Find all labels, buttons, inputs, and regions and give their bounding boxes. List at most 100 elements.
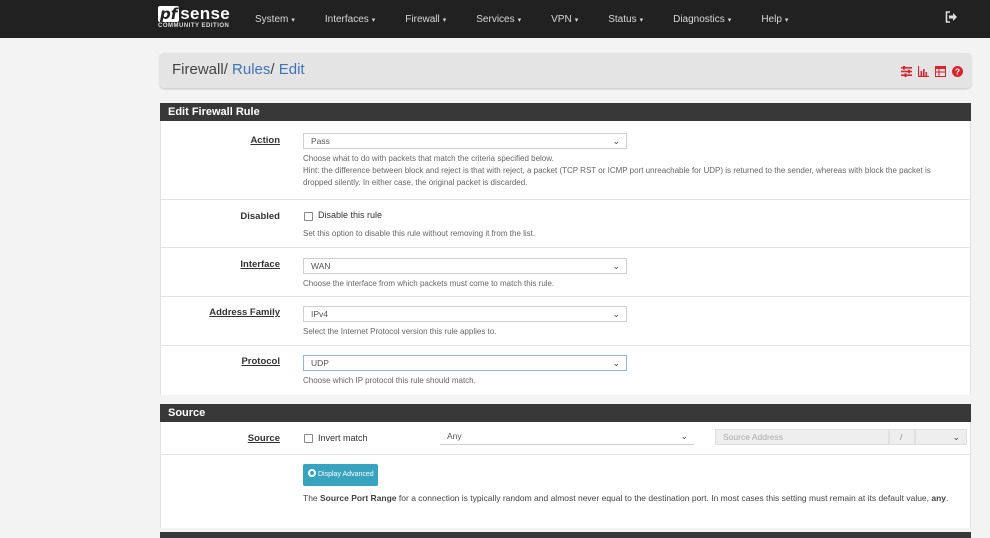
disabled-row: Disabled Disable this rule Set this opti… [161,199,970,248]
caret-down-icon: ▾ [784,16,789,24]
next-panel-header [160,532,971,538]
disable-rule-checkbox-label[interactable]: Disable this rule [318,210,382,220]
pfsense-logo[interactable]: pf sense COMMUNITY EDITION [158,4,230,29]
breadcrumb-bar: Firewall/ Rules/ Edit ? [160,53,971,88]
protocol-select[interactable]: UDP ⌄ [303,355,627,371]
disabled-label: Disabled [240,211,280,222]
help-icon[interactable]: ? [952,64,963,77]
address-family-select[interactable]: IPv4 ⌄ [303,306,627,322]
brand-sense: sense [180,4,230,23]
protocol-select-value: UDP [311,358,329,368]
caret-down-icon: ▾ [291,16,295,24]
menu-system[interactable]: System ▾ [255,14,295,25]
action-help: Choose what to do with packets that matc… [303,153,958,189]
display-advanced-label: Display Advanced [318,471,374,478]
page-actions: ? [901,64,963,78]
logout-icon[interactable] [945,11,958,26]
chevron-down-icon: ⌄ [612,309,620,319]
breadcrumb-separator: / [223,61,228,78]
menu-help[interactable]: Help ▾ [761,14,788,25]
help-bold-text: any [931,493,947,503]
help-text: for a connection is typically random and… [396,493,932,503]
source-panel: Source Invert match Any ⌄ Source Address… [160,422,971,528]
action-select[interactable]: Pass ⌄ [303,133,627,149]
help-bold-text: Source Port Range [320,493,397,503]
main-menu: System ▾ Interfaces ▾ Firewall ▾ Services ▾ … [255,0,818,38]
menu-firewall[interactable]: Firewall ▾ [405,14,446,25]
caret-down-icon: ▾ [517,16,522,24]
menu-label: Help [761,13,782,25]
display-advanced-button[interactable]: Display Advanced [303,464,378,486]
menu-services[interactable]: Services ▾ [476,14,521,25]
chevron-down-icon: ⌄ [612,136,620,146]
source-port-help: The Source Port Range for a connection i… [303,492,958,505]
sliders-icon[interactable] [901,64,912,77]
gear-icon [308,469,316,477]
source-address-placeholder: Source Address [723,432,784,442]
interface-row: Interface WAN ⌄ Choose the interface fro… [161,247,970,297]
breadcrumb-separator: / [270,61,275,78]
chevron-down-icon: ⌄ [612,261,620,271]
caret-down-icon: ▾ [727,16,732,24]
interface-select-value: WAN [311,261,331,271]
brand-edition: COMMUNITY EDITION [158,23,230,29]
menu-label: Interfaces [324,13,369,25]
menu-label: System [255,13,289,25]
source-slash-addon: / [889,429,915,445]
chevron-down-icon: ⌄ [952,432,960,442]
menu-label: Firewall [405,13,440,25]
slash-text: / [900,432,903,442]
table-icon[interactable] [935,64,946,77]
advanced-row: Display Advanced The Source Port Range f… [161,454,970,528]
action-row: Action Pass ⌄ Choose what to do with pac… [161,121,970,200]
invert-match-checkbox[interactable] [304,434,313,443]
breadcrumb-rules-link[interactable]: Rules [232,61,270,78]
source-label: Source [247,433,280,444]
caret-down-icon: ▾ [639,16,644,24]
source-row: Source Invert match Any ⌄ Source Address… [161,422,970,455]
help-text: The [303,493,321,503]
interface-select[interactable]: WAN ⌄ [303,258,627,274]
address-family-help: Select the Internet Protocol version thi… [303,327,497,336]
disable-rule-checkbox[interactable] [304,212,313,221]
invert-match-label[interactable]: Invert match [318,433,368,443]
menu-label: Status [608,13,637,25]
action-select-value: Pass [311,136,330,146]
chevron-down-icon: ⌄ [612,358,620,368]
caret-down-icon: ▾ [371,16,376,24]
chart-icon[interactable] [917,64,929,78]
action-help-text: Choose what to do with packets that matc… [303,154,554,163]
brand-pf: pf [158,5,180,23]
help-text: . [946,493,949,503]
menu-vpn[interactable]: VPN ▾ [551,14,578,25]
source-type-select[interactable]: Any ⌄ [440,429,694,445]
menu-status[interactable]: Status ▾ [608,14,643,25]
disabled-help: Set this option to disable this rule wit… [303,229,536,238]
svg-text:?: ? [955,67,960,77]
protocol-help: Choose which IP protocol this rule shoul… [303,376,476,385]
source-address-input[interactable]: Source Address [715,429,889,445]
source-mask-select[interactable]: ⌄ [915,429,967,445]
chevron-down-icon: ⌄ [680,431,688,441]
address-family-row: Address Family IPv4 ⌄ Select the Interne… [161,296,970,346]
interface-help: Choose the interface from which packets … [303,279,555,288]
caret-down-icon: ▾ [442,16,447,24]
source-type-value: Any [447,431,462,441]
protocol-label: Protocol [241,356,280,367]
action-hint-text: Hint: the difference between block and r… [303,166,931,187]
interface-label: Interface [240,259,280,270]
breadcrumb-firewall: Firewall [172,61,224,78]
menu-diagnostics[interactable]: Diagnostics ▾ [673,14,731,25]
menu-label: VPN [551,13,572,25]
action-label: Action [250,135,280,146]
caret-down-icon: ▾ [574,16,579,24]
edit-rule-panel: Action Pass ⌄ Choose what to do with pac… [160,121,971,395]
address-family-label: Address Family [209,307,280,318]
edit-rule-panel-header: Edit Firewall Rule [160,103,971,121]
breadcrumb-edit-link[interactable]: Edit [279,61,305,78]
source-panel-header: Source [160,404,971,422]
breadcrumb: Firewall/ Rules/ Edit [172,61,305,78]
protocol-row: Protocol UDP ⌄ Choose which IP protocol … [161,345,970,395]
menu-label: Services [476,13,515,25]
menu-interfaces[interactable]: Interfaces ▾ [325,14,375,25]
